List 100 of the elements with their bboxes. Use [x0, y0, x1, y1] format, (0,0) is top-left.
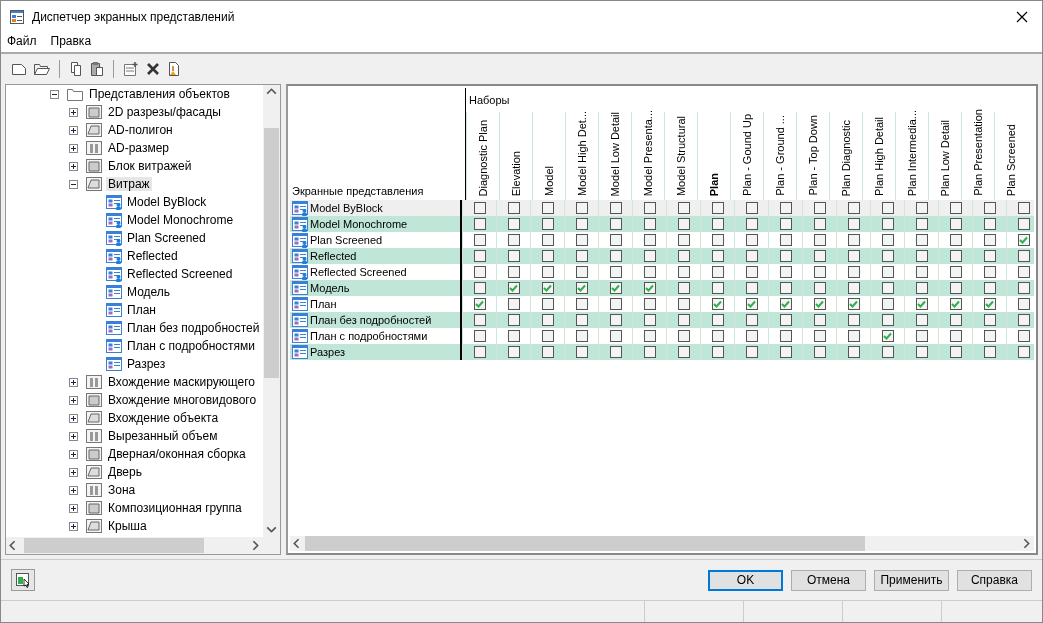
expand-icon[interactable] — [69, 449, 78, 459]
dialog-button[interactable]: Справка — [957, 569, 1032, 591]
checkbox[interactable] — [779, 314, 792, 326]
column-header[interactable]: Model Low Detail — [609, 111, 621, 196]
menu-item[interactable]: Файл — [7, 34, 37, 48]
checkbox[interactable] — [881, 298, 894, 310]
tree-item[interactable]: Крыша — [106, 519, 149, 533]
checkbox[interactable] — [711, 298, 724, 310]
checkbox[interactable] — [745, 218, 758, 230]
checkbox[interactable] — [643, 250, 656, 262]
column-header[interactable]: Plan - Gound Up — [741, 114, 753, 196]
checkbox[interactable] — [949, 282, 962, 294]
checkbox[interactable] — [677, 330, 690, 342]
checkbox[interactable] — [473, 218, 486, 230]
checkbox[interactable] — [711, 282, 724, 294]
checkbox[interactable] — [507, 218, 520, 230]
checkbox[interactable] — [507, 266, 520, 278]
checkbox[interactable] — [643, 330, 656, 342]
tree-item[interactable]: Композиционная группа — [106, 501, 244, 515]
checkbox[interactable] — [813, 234, 826, 246]
checkbox[interactable] — [779, 346, 792, 358]
checkbox[interactable] — [541, 266, 554, 278]
checkbox[interactable] — [541, 330, 554, 342]
checkbox[interactable] — [983, 330, 996, 342]
checkbox[interactable] — [609, 218, 622, 230]
expand-icon[interactable] — [69, 413, 78, 423]
paste-icon[interactable] — [88, 60, 106, 78]
checkbox[interactable] — [949, 314, 962, 326]
checkbox[interactable] — [745, 234, 758, 246]
checkbox[interactable] — [473, 282, 486, 294]
checkbox[interactable] — [915, 234, 928, 246]
checkbox[interactable] — [949, 346, 962, 358]
checkbox[interactable] — [575, 218, 588, 230]
checkbox[interactable] — [677, 266, 690, 278]
checkbox[interactable] — [745, 330, 758, 342]
tree-item[interactable]: План с подробностями — [125, 339, 257, 353]
checkbox[interactable] — [643, 234, 656, 246]
column-header[interactable]: Model Presenta... — [642, 109, 654, 196]
checkbox[interactable] — [915, 330, 928, 342]
select-display-icon[interactable] — [11, 569, 35, 591]
checkbox[interactable] — [507, 298, 520, 310]
expand-icon[interactable] — [69, 125, 78, 135]
checkbox[interactable] — [915, 202, 928, 214]
checkbox[interactable] — [677, 298, 690, 310]
tree-item[interactable]: План — [125, 303, 158, 317]
checkbox[interactable] — [983, 266, 996, 278]
expand-icon[interactable] — [69, 107, 78, 117]
expand-icon[interactable] — [69, 521, 78, 531]
checkbox[interactable] — [473, 314, 486, 326]
checkbox[interactable] — [915, 218, 928, 230]
checkbox[interactable] — [1017, 266, 1030, 278]
checkbox[interactable] — [847, 218, 860, 230]
checkbox[interactable] — [575, 266, 588, 278]
checkbox[interactable] — [847, 298, 860, 310]
tree-item[interactable]: Разрез — [125, 357, 168, 371]
checkbox[interactable] — [1017, 346, 1030, 358]
checkbox[interactable] — [507, 330, 520, 342]
checkbox[interactable] — [813, 298, 826, 310]
checkbox[interactable] — [847, 250, 860, 262]
checkbox[interactable] — [541, 346, 554, 358]
checkbox[interactable] — [575, 202, 588, 214]
table-row[interactable]: План без подробностей — [290, 312, 1034, 328]
checkbox[interactable] — [575, 234, 588, 246]
checkbox[interactable] — [949, 234, 962, 246]
tree-item[interactable]: Модель — [125, 285, 173, 299]
checkbox[interactable] — [949, 298, 962, 310]
checkbox[interactable] — [915, 266, 928, 278]
checkbox[interactable] — [779, 298, 792, 310]
checkbox[interactable] — [711, 202, 724, 214]
checkbox[interactable] — [643, 282, 656, 294]
checkbox[interactable] — [541, 282, 554, 294]
checkbox[interactable] — [473, 298, 486, 310]
menu-item[interactable]: Правка — [50, 34, 92, 48]
checkbox[interactable] — [745, 346, 758, 358]
checkbox[interactable] — [745, 202, 758, 214]
checkbox[interactable] — [745, 314, 758, 326]
checkbox[interactable] — [575, 298, 588, 310]
checkbox[interactable] — [813, 314, 826, 326]
checkbox[interactable] — [813, 202, 826, 214]
checkbox[interactable] — [609, 298, 622, 310]
checkbox[interactable] — [677, 346, 690, 358]
checkbox[interactable] — [711, 314, 724, 326]
checkbox[interactable] — [677, 202, 690, 214]
new-item-icon[interactable] — [121, 60, 141, 78]
checkbox[interactable] — [711, 234, 724, 246]
checkbox[interactable] — [507, 282, 520, 294]
checkbox[interactable] — [677, 234, 690, 246]
collapse-icon[interactable] — [50, 89, 59, 99]
checkbox[interactable] — [643, 298, 656, 310]
checkbox[interactable] — [541, 314, 554, 326]
checkbox[interactable] — [881, 314, 894, 326]
checkbox[interactable] — [1017, 202, 1030, 214]
close-icon[interactable] — [1016, 10, 1028, 23]
checkbox[interactable] — [711, 218, 724, 230]
column-header[interactable]: Plan - Ground ... — [774, 115, 786, 196]
expand-icon[interactable] — [69, 485, 78, 495]
column-header[interactable]: Model Structural — [675, 115, 687, 196]
checkbox[interactable] — [1017, 218, 1030, 230]
checkbox[interactable] — [745, 250, 758, 262]
tree-item[interactable]: Блок витражей — [106, 159, 194, 173]
